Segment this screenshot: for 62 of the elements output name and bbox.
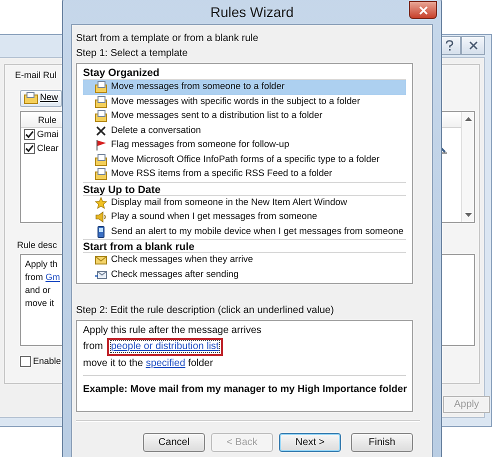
template-item[interactable]: Flag messages from someone for follow-up [83,138,406,152]
rule-name[interactable]: Clear [37,142,59,156]
folder-icon [95,96,107,108]
checkbox-label[interactable]: Enable [33,355,62,368]
template-item[interactable]: Delete a conversation [83,124,406,138]
envelope-icon [95,254,107,266]
help-icon [444,40,454,51]
folder-icon [95,168,107,180]
checkbox[interactable] [24,143,35,154]
outbox-envelope-icon [95,268,107,281]
speaker-icon [95,211,107,224]
up-arrow-icon [464,116,472,120]
group-heading: Stay Up to Date [83,182,406,196]
link[interactable]: specified [146,358,186,369]
wizard-button[interactable]: Cancel [143,433,205,452]
close-button[interactable] [461,36,485,55]
folder-icon [95,154,107,166]
description-line: Apply th [25,258,58,271]
folder-icon [95,110,107,122]
template-item[interactable]: Move messages with specific words in the subject to a folder [83,94,406,109]
description-line: Apply this rule after the message arrives [83,324,262,338]
description-line: from Gm [25,271,60,284]
description-line: move it [25,297,54,310]
wizard-button[interactable]: Finish [351,433,413,452]
description-line: and or [25,284,51,297]
step-label: Step 1: Select a template [76,47,189,61]
tab-label[interactable]: E-mail Rul [9,69,57,82]
folder-icon [95,81,107,94]
intro-text: Start from a template or from a blank rule [76,32,260,46]
template-item[interactable]: Move messages from someone to a folder [83,80,406,94]
template-item[interactable]: Move RSS items from a specific RSS Feed to a folder [83,167,406,182]
example-text: Example: Move mail from my manager to my High Importance folder [83,383,406,397]
description-line: from people or distribution list [83,338,223,356]
template-item[interactable]: Display mail from someone in the New Item Alert Window [83,196,406,210]
new-button[interactable]: New [20,90,62,106]
scroll-bar[interactable] [461,112,474,222]
delete-icon [95,124,107,137]
checkbox[interactable] [24,129,35,140]
template-item[interactable]: Play a sound when I get messages from someone [83,210,406,224]
section-label: Rule desc [17,238,58,252]
template-item[interactable]: Move messages sent to a distribution list to a folder [83,109,406,124]
description-line: move it to the specified folder [83,357,214,371]
rule-name[interactable]: Gmai [37,128,59,142]
window-title: Rules Wizard [210,3,294,22]
step-label: Step 2: Edit the rule description (click an underlined value) [76,304,335,318]
link[interactable]: Gm [46,272,60,282]
close-icon [468,41,478,50]
template-item[interactable]: Check messages after sending [83,268,406,282]
template-item[interactable]: Send an alert to my mobile device when I get messages from someone [83,224,406,239]
close-button[interactable] [409,1,437,19]
down-arrow-icon [464,212,472,216]
close-icon [418,6,428,14]
group-heading: Start from a blank rule [83,239,406,253]
link[interactable]: people or distribution list [111,341,219,352]
mobile-phone-icon [95,226,107,238]
alert-icon [95,196,107,209]
flag-icon [95,139,107,152]
template-item[interactable]: Move Microsoft Office InfoPath forms of a specific type to a folder [83,152,406,167]
wizard-button[interactable]: Next > [279,433,341,452]
folder-icon [24,92,38,104]
checkbox[interactable] [20,356,31,368]
template-item[interactable]: Check messages when they arrive [83,253,406,268]
